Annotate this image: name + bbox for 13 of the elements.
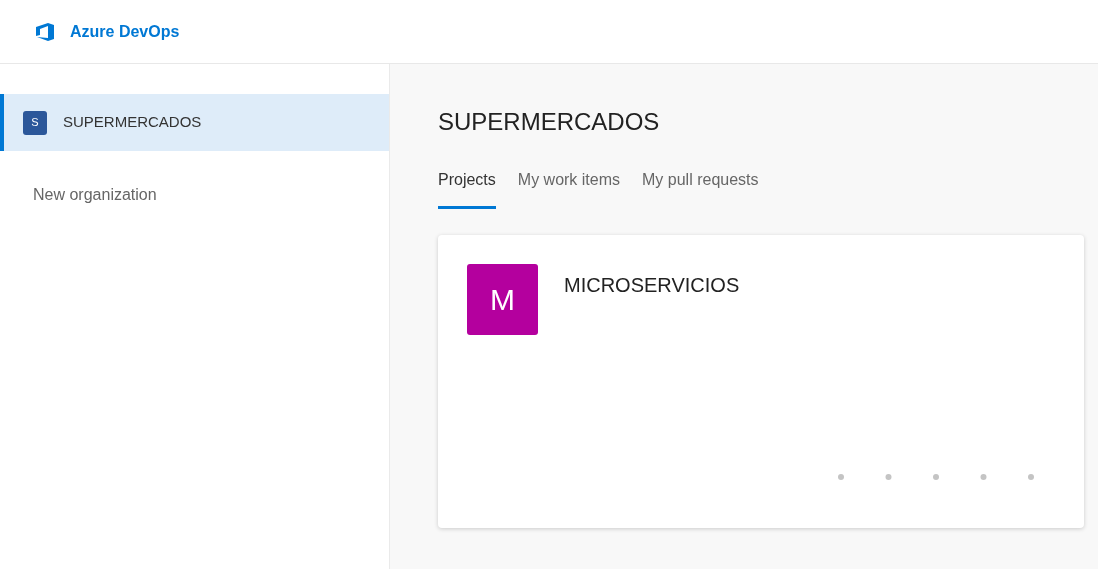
tab[interactable]: My pull requests bbox=[642, 168, 759, 209]
organization-item[interactable]: S SUPERMERCADOS bbox=[0, 94, 389, 151]
project-card[interactable]: M MICROSERVICIOS bbox=[438, 235, 1084, 528]
tab[interactable]: Projects bbox=[438, 168, 496, 209]
organization-name: SUPERMERCADOS bbox=[63, 112, 202, 133]
new-organization-link[interactable]: New organization bbox=[0, 183, 389, 207]
project-name: MICROSERVICIOS bbox=[564, 273, 740, 298]
product-name[interactable]: Azure DevOps bbox=[70, 19, 180, 44]
page-title: SUPERMERCADOS bbox=[438, 107, 661, 137]
logo-icon bbox=[34, 21, 56, 42]
project-avatar: M bbox=[467, 264, 538, 335]
tab[interactable]: My work items bbox=[517, 168, 621, 209]
organization-avatar: S bbox=[23, 110, 47, 135]
